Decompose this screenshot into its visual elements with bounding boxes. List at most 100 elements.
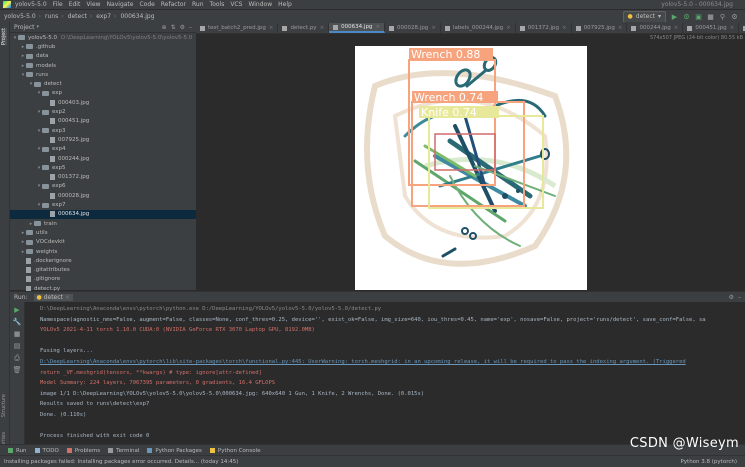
collapse-icon[interactable]: ⇅ xyxy=(171,24,176,31)
print-icon[interactable]: ⎙ xyxy=(13,354,21,362)
close-icon[interactable]: × xyxy=(431,25,436,31)
tree-item-models[interactable]: ▸ models xyxy=(10,61,206,70)
tree-item-exp5[interactable]: ▾ exp5 xyxy=(10,163,222,172)
console-line: Fusing layers... xyxy=(40,348,93,355)
file-icon xyxy=(26,276,31,283)
close-icon[interactable]: × xyxy=(506,25,511,31)
tree-item-utils[interactable]: ▸ utils xyxy=(10,228,206,237)
status-message[interactable]: Installing packages failed: Installing p… xyxy=(4,459,238,465)
close-icon[interactable]: × xyxy=(730,25,735,31)
close-icon[interactable]: × xyxy=(562,25,567,31)
close-icon[interactable]: × xyxy=(65,294,70,301)
tool-tab-terminal[interactable]: Terminal xyxy=(108,448,139,454)
settings-icon[interactable]: ⚙ xyxy=(730,12,739,21)
editor-tab[interactable]: test_batch2_pred.jpg × xyxy=(196,23,279,33)
folder-icon xyxy=(42,128,49,134)
tree-item-exp2[interactable]: ▾ exp2 xyxy=(10,107,222,116)
tree-item-exp[interactable]: ▾ exp xyxy=(10,89,222,98)
menu-code[interactable]: Code xyxy=(139,1,154,8)
coverage-icon[interactable]: ▣ xyxy=(694,12,703,21)
menu-vcs[interactable]: VCS xyxy=(230,1,242,8)
editor-tab[interactable]: 000028.jpg × xyxy=(385,23,441,33)
menu-file[interactable]: File xyxy=(53,1,63,8)
menu-view[interactable]: View xyxy=(86,1,100,8)
tool-tab-problems[interactable]: Problems xyxy=(66,448,100,454)
run-config-selector[interactable]: ● detect ▾ xyxy=(622,10,666,23)
tree-item-github[interactable]: ▸ .github xyxy=(10,42,206,51)
stop-icon[interactable]: ■ xyxy=(13,330,21,338)
editor-tab[interactable]: detect.py × xyxy=(278,23,330,33)
gear-icon[interactable]: ⚙ xyxy=(180,24,185,31)
close-icon[interactable]: × xyxy=(320,25,325,31)
rerun-icon[interactable]: ▶ xyxy=(13,306,21,314)
tree-item-gitignore[interactable]: .gitignore xyxy=(10,275,206,284)
structure-tool-tab[interactable]: Structure xyxy=(1,394,7,417)
editor-tab[interactable]: 000403.jpg× xyxy=(739,23,745,33)
tree-item-exp6[interactable]: ▾ exp6 xyxy=(10,182,222,191)
folder-icon xyxy=(26,230,33,236)
breadcrumb-item[interactable]: yolov5-5.0 xyxy=(4,13,36,20)
tree-item-train[interactable]: ▸ train xyxy=(10,219,214,228)
breadcrumb-item[interactable]: detect xyxy=(68,13,87,20)
project-panel-title[interactable]: Project xyxy=(14,24,35,31)
python-interpreter[interactable]: Python 3.8 (pytorch) xyxy=(680,459,737,465)
minimize-icon[interactable]: – xyxy=(189,24,192,31)
tree-item-vocdevkit[interactable]: ▸ VOCdevkit xyxy=(10,238,206,247)
editor-tab-label: test_batch2_pred.jpg xyxy=(208,25,266,31)
tree-item-dockerignore[interactable]: .dockerignore xyxy=(10,256,206,265)
tree-item-exp4[interactable]: ▾ exp4 xyxy=(10,145,222,154)
editor-tab[interactable]: 000634.jpg × xyxy=(329,23,386,33)
editor-tab[interactable]: 001372.jpg × xyxy=(516,23,572,33)
menu-navigate[interactable]: Navigate xyxy=(107,1,134,8)
tree-item-label: exp3 xyxy=(52,127,66,134)
close-icon[interactable]: × xyxy=(674,25,679,31)
locate-icon[interactable]: ⊕ xyxy=(162,24,167,31)
layout-icon[interactable]: ▤ xyxy=(13,342,21,350)
menu-help[interactable]: Help xyxy=(278,1,292,8)
menu-window[interactable]: Window xyxy=(248,1,272,8)
tree-item-label: 000403.jpg xyxy=(58,99,90,106)
stop-icon[interactable]: ■ xyxy=(706,12,715,21)
editor-tab-label: 007925.jpg xyxy=(583,25,615,31)
breadcrumb-item[interactable]: exp7 xyxy=(96,13,111,20)
menu-refactor[interactable]: Refactor xyxy=(161,1,186,8)
editor-tab[interactable]: 000451.jpg × xyxy=(683,23,740,33)
close-icon[interactable]: × xyxy=(618,25,623,31)
breadcrumb-item[interactable]: 000634.jpg xyxy=(120,13,154,20)
menu-edit[interactable]: Edit xyxy=(69,1,81,8)
tool-tab-todo[interactable]: TODO xyxy=(34,448,59,454)
tree-item-exp3[interactable]: ▾ exp3 xyxy=(10,126,222,135)
tree-item-runs[interactable]: ▾ runs xyxy=(10,70,206,79)
run-config-tab[interactable]: ● detect × xyxy=(33,293,73,301)
tree-item-weights[interactable]: ▸ weights xyxy=(10,247,206,256)
debug-icon[interactable]: ⚙ xyxy=(682,12,691,21)
tree-item-detect[interactable]: ▾ detect xyxy=(10,80,214,89)
tool-tab-python-packages[interactable]: Python Packages xyxy=(147,448,202,454)
project-tool-tab[interactable]: Project xyxy=(1,28,7,46)
editor-tab[interactable]: 007925.jpg × xyxy=(572,23,628,33)
tool-tab-icon xyxy=(147,448,153,453)
menu-run[interactable]: Run xyxy=(192,1,204,8)
editor-tab[interactable]: labels_000244.jpg × xyxy=(441,23,516,33)
folder-icon xyxy=(26,63,33,69)
editor-tab[interactable]: 000244.jpg × xyxy=(627,23,684,33)
tool-tab-run[interactable]: Run xyxy=(8,448,27,454)
tree-item-exp7[interactable]: ▾ exp7 xyxy=(10,200,222,209)
run-icon[interactable]: ▶ xyxy=(670,12,679,21)
chevron-down-icon[interactable]: ▾ xyxy=(37,24,40,30)
tool-tab-python-console[interactable]: Python Console xyxy=(209,448,261,454)
trash-icon[interactable]: 🗑 xyxy=(13,366,22,374)
tree-item-data[interactable]: ▸ data xyxy=(10,52,206,61)
console-line: Results saved to runs\detect\exp7 xyxy=(40,401,150,408)
tree-item-gitattributes[interactable]: .gitattributes xyxy=(10,266,206,275)
search-icon[interactable]: ⚲ xyxy=(718,12,727,21)
image-file-icon xyxy=(282,25,288,31)
minimize-icon[interactable]: – xyxy=(738,294,741,301)
gear-icon[interactable]: ⚙ xyxy=(729,294,734,301)
breadcrumb-item[interactable]: runs xyxy=(45,13,58,20)
close-icon[interactable]: × xyxy=(269,25,274,31)
wrench-icon[interactable]: 🔧 xyxy=(13,318,22,326)
close-icon[interactable]: × xyxy=(375,24,380,30)
tree-item-root[interactable]: ▾ yolov5-5.0 D:\DeepLearning\YOLOv5\yolov5… xyxy=(10,33,198,42)
menu-tools[interactable]: Tools xyxy=(210,1,225,8)
